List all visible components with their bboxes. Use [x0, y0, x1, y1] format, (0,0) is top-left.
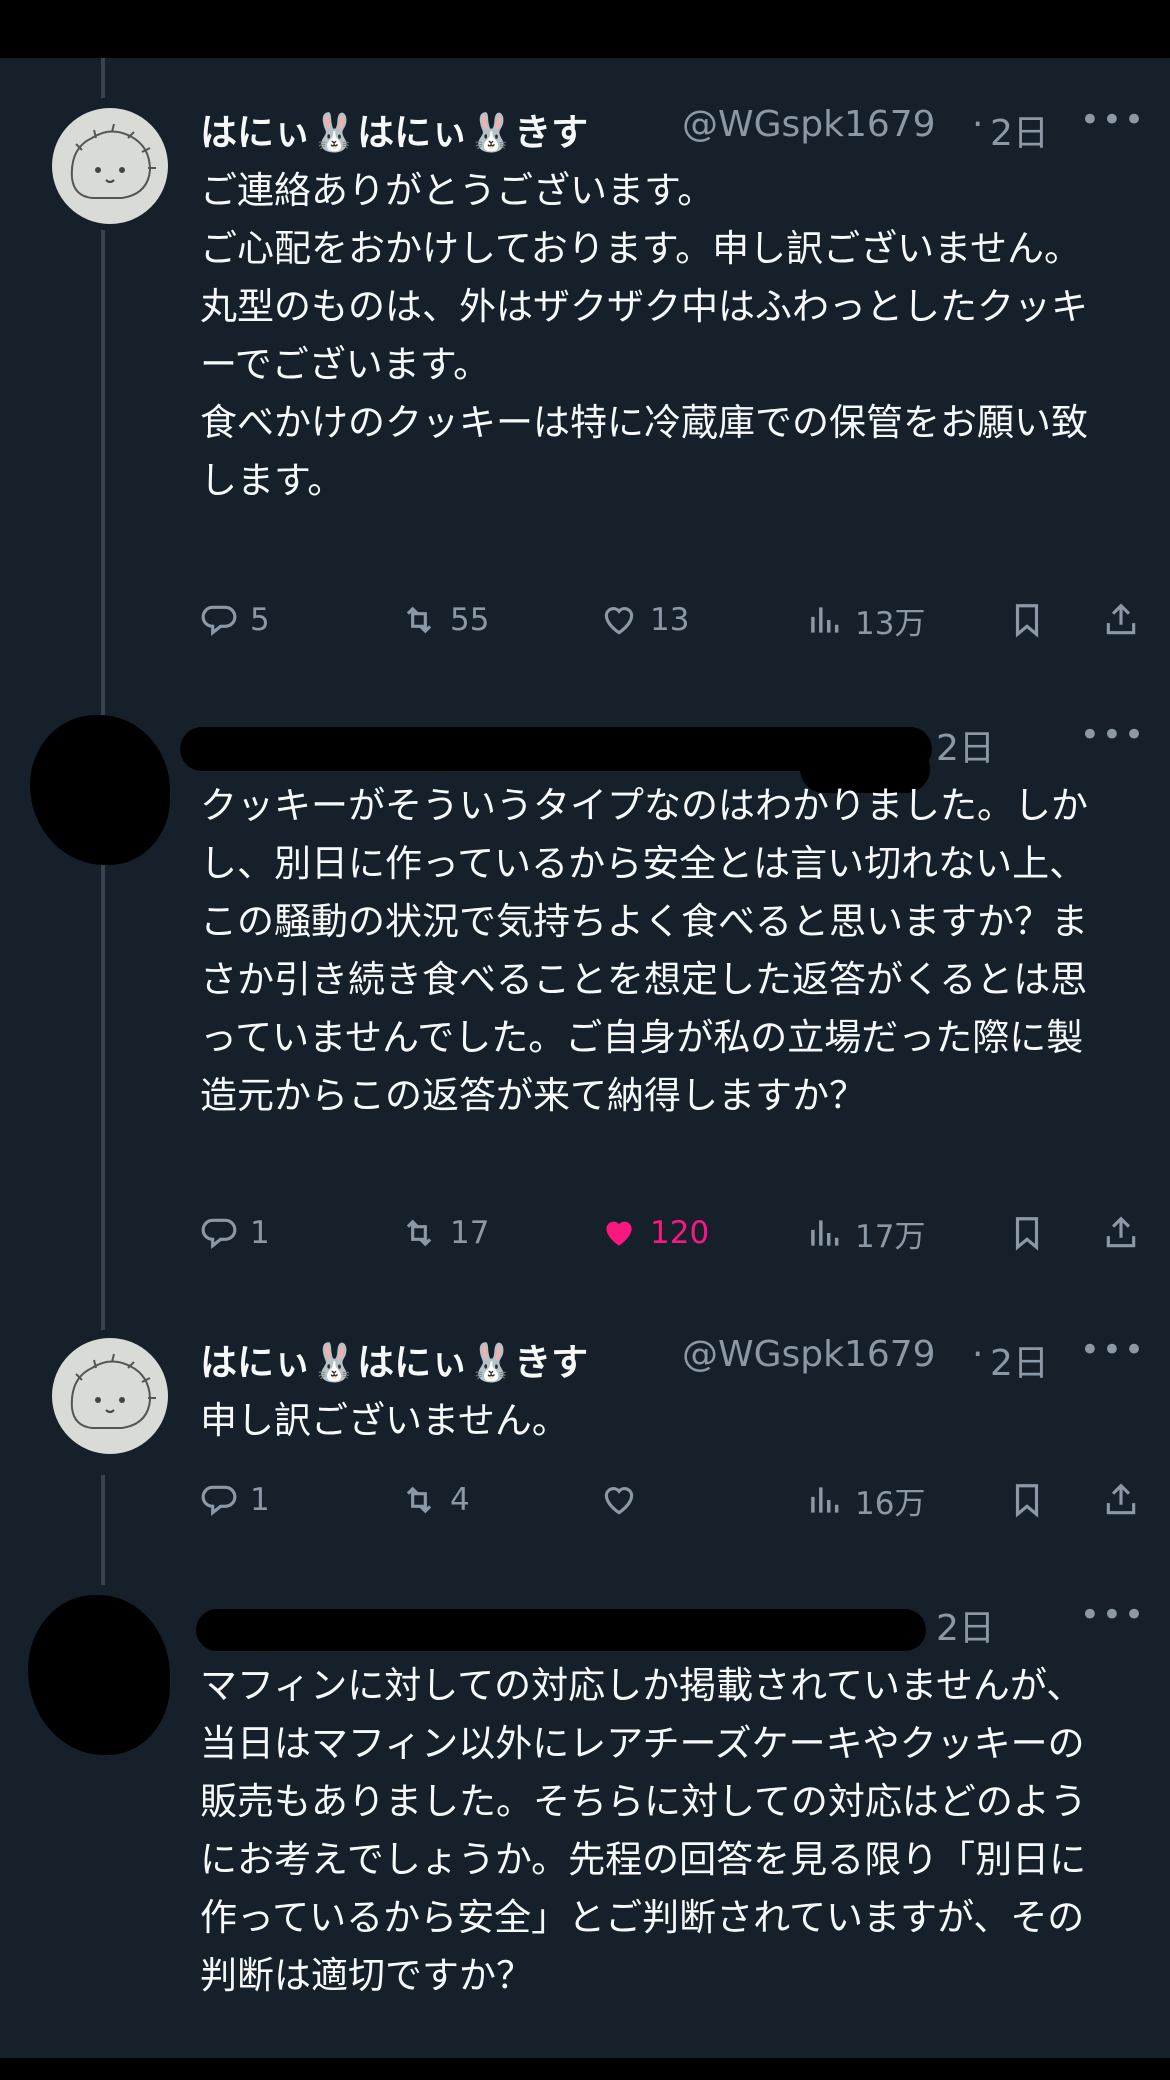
more-icon[interactable]: •••: [1080, 1595, 1146, 1635]
views-icon: [811, 1487, 839, 1513]
share-icon: [1106, 1483, 1136, 1515]
timestamp[interactable]: 2日: [990, 104, 1049, 156]
like-icon: [604, 1487, 634, 1515]
retweet-icon: [406, 606, 432, 634]
reply-icon: [201, 1485, 237, 1516]
author-handle[interactable]: @WGspk1679: [682, 104, 936, 145]
retweet-count: 4: [450, 1482, 470, 1518]
share-button[interactable]: [1102, 1472, 1140, 1528]
bottom-edge: [0, 2058, 1170, 2080]
tweet-text: マフィンに対しての対応しか掲載されていませんが、当日はマフィン以外にレアチーズケ…: [200, 1664, 1087, 1997]
thread-line: [101, 58, 105, 98]
like-count: 120: [650, 1215, 710, 1251]
view-count: 13万: [855, 605, 926, 642]
avatar[interactable]: [52, 108, 168, 224]
views-button[interactable]: 17万: [805, 1205, 925, 1261]
bookmark-button[interactable]: [1008, 1472, 1046, 1528]
thread-line: [101, 230, 105, 720]
author-handle[interactable]: @WGspk1679: [682, 1334, 936, 1375]
share-icon: [1106, 603, 1136, 635]
timestamp[interactable]: 2日: [990, 1334, 1049, 1386]
retweet-button[interactable]: 55: [400, 592, 489, 648]
reply-icon: [201, 605, 237, 636]
reply-count: 5: [250, 602, 270, 638]
share-icon: [1106, 1216, 1136, 1248]
status-bar: [0, 0, 1170, 58]
reply-icon: [201, 1218, 237, 1249]
avatar[interactable]: [52, 1338, 168, 1454]
hedgehog-avatar-icon: [70, 1353, 156, 1429]
views-icon: [811, 607, 839, 633]
share-button[interactable]: [1102, 592, 1140, 648]
reply-button[interactable]: 5: [200, 592, 270, 648]
tweet-header: はにぃ🐰はにぃ🐰きす @WGspk1679 · 2日 •••: [200, 100, 1170, 160]
tweet-header: 2日 •••: [200, 1595, 1170, 1655]
view-count: 17万: [855, 1218, 926, 1255]
retweet-count: 55: [450, 602, 490, 638]
like-icon-filled: [606, 1221, 632, 1246]
more-icon[interactable]: •••: [1080, 1330, 1146, 1370]
reply-count: 1: [250, 1215, 270, 1251]
more-icon[interactable]: •••: [1080, 715, 1146, 755]
more-icon[interactable]: •••: [1080, 100, 1146, 140]
retweet-icon: [406, 1486, 432, 1514]
avatar[interactable]: [30, 715, 170, 865]
thread-line: [101, 860, 105, 1330]
tweet-text: クッキーがそういうタイプなのはわかりました。しかし、別日に作っているから安全とは…: [200, 784, 1088, 1117]
hedgehog-avatar-icon: [70, 123, 156, 199]
view-count: 16万: [855, 1485, 926, 1522]
retweet-count: 17: [450, 1215, 490, 1251]
bookmark-button[interactable]: [1008, 592, 1046, 648]
bookmark-icon: [1015, 1484, 1039, 1518]
action-bar: 1 17 120 17万: [200, 1205, 1150, 1261]
bookmark-icon: [1015, 604, 1039, 638]
reply-button[interactable]: 1: [200, 1205, 270, 1261]
action-bar: 1 4 16万: [200, 1472, 1150, 1528]
like-button[interactable]: 120: [600, 1205, 709, 1261]
retweet-icon: [406, 1219, 432, 1247]
like-icon: [604, 607, 634, 635]
reply-count: 1: [250, 1482, 270, 1518]
bookmark-button[interactable]: [1008, 1205, 1046, 1261]
author-name[interactable]: はにぃ🐰はにぃ🐰きす: [200, 1332, 588, 1386]
time-separator: ·: [972, 104, 984, 145]
tweet-text: 申し訳ございません。: [200, 1399, 569, 1442]
tweet-header: 2日 •••: [200, 715, 1170, 775]
views-button[interactable]: 16万: [805, 1472, 925, 1528]
like-button[interactable]: [600, 1472, 650, 1528]
author-name[interactable]: はにぃ🐰はにぃ🐰きす: [200, 102, 588, 156]
like-button[interactable]: 13: [600, 592, 689, 648]
bookmark-icon: [1015, 1217, 1039, 1251]
tweet-text: ご連絡ありがとうございます。 ご心配をおかけしております。申し訳ございません。 …: [200, 169, 1088, 502]
thread-line: [101, 1475, 105, 1585]
retweet-button[interactable]: 17: [400, 1205, 489, 1261]
avatar[interactable]: [28, 1595, 170, 1755]
retweet-button[interactable]: 4: [400, 1472, 470, 1528]
share-button[interactable]: [1102, 1205, 1140, 1261]
action-bar: 5 55 13 13万: [200, 592, 1150, 648]
timestamp[interactable]: 2日: [936, 719, 995, 771]
views-button[interactable]: 13万: [805, 592, 925, 648]
like-count: 13: [650, 602, 690, 638]
time-separator: ·: [972, 1334, 984, 1375]
tweet-header: はにぃ🐰はにぃ🐰きす @WGspk1679 · 2日 •••: [200, 1330, 1170, 1390]
timestamp[interactable]: 2日: [936, 1599, 995, 1651]
views-icon: [811, 1220, 839, 1246]
reply-button[interactable]: 1: [200, 1472, 270, 1528]
